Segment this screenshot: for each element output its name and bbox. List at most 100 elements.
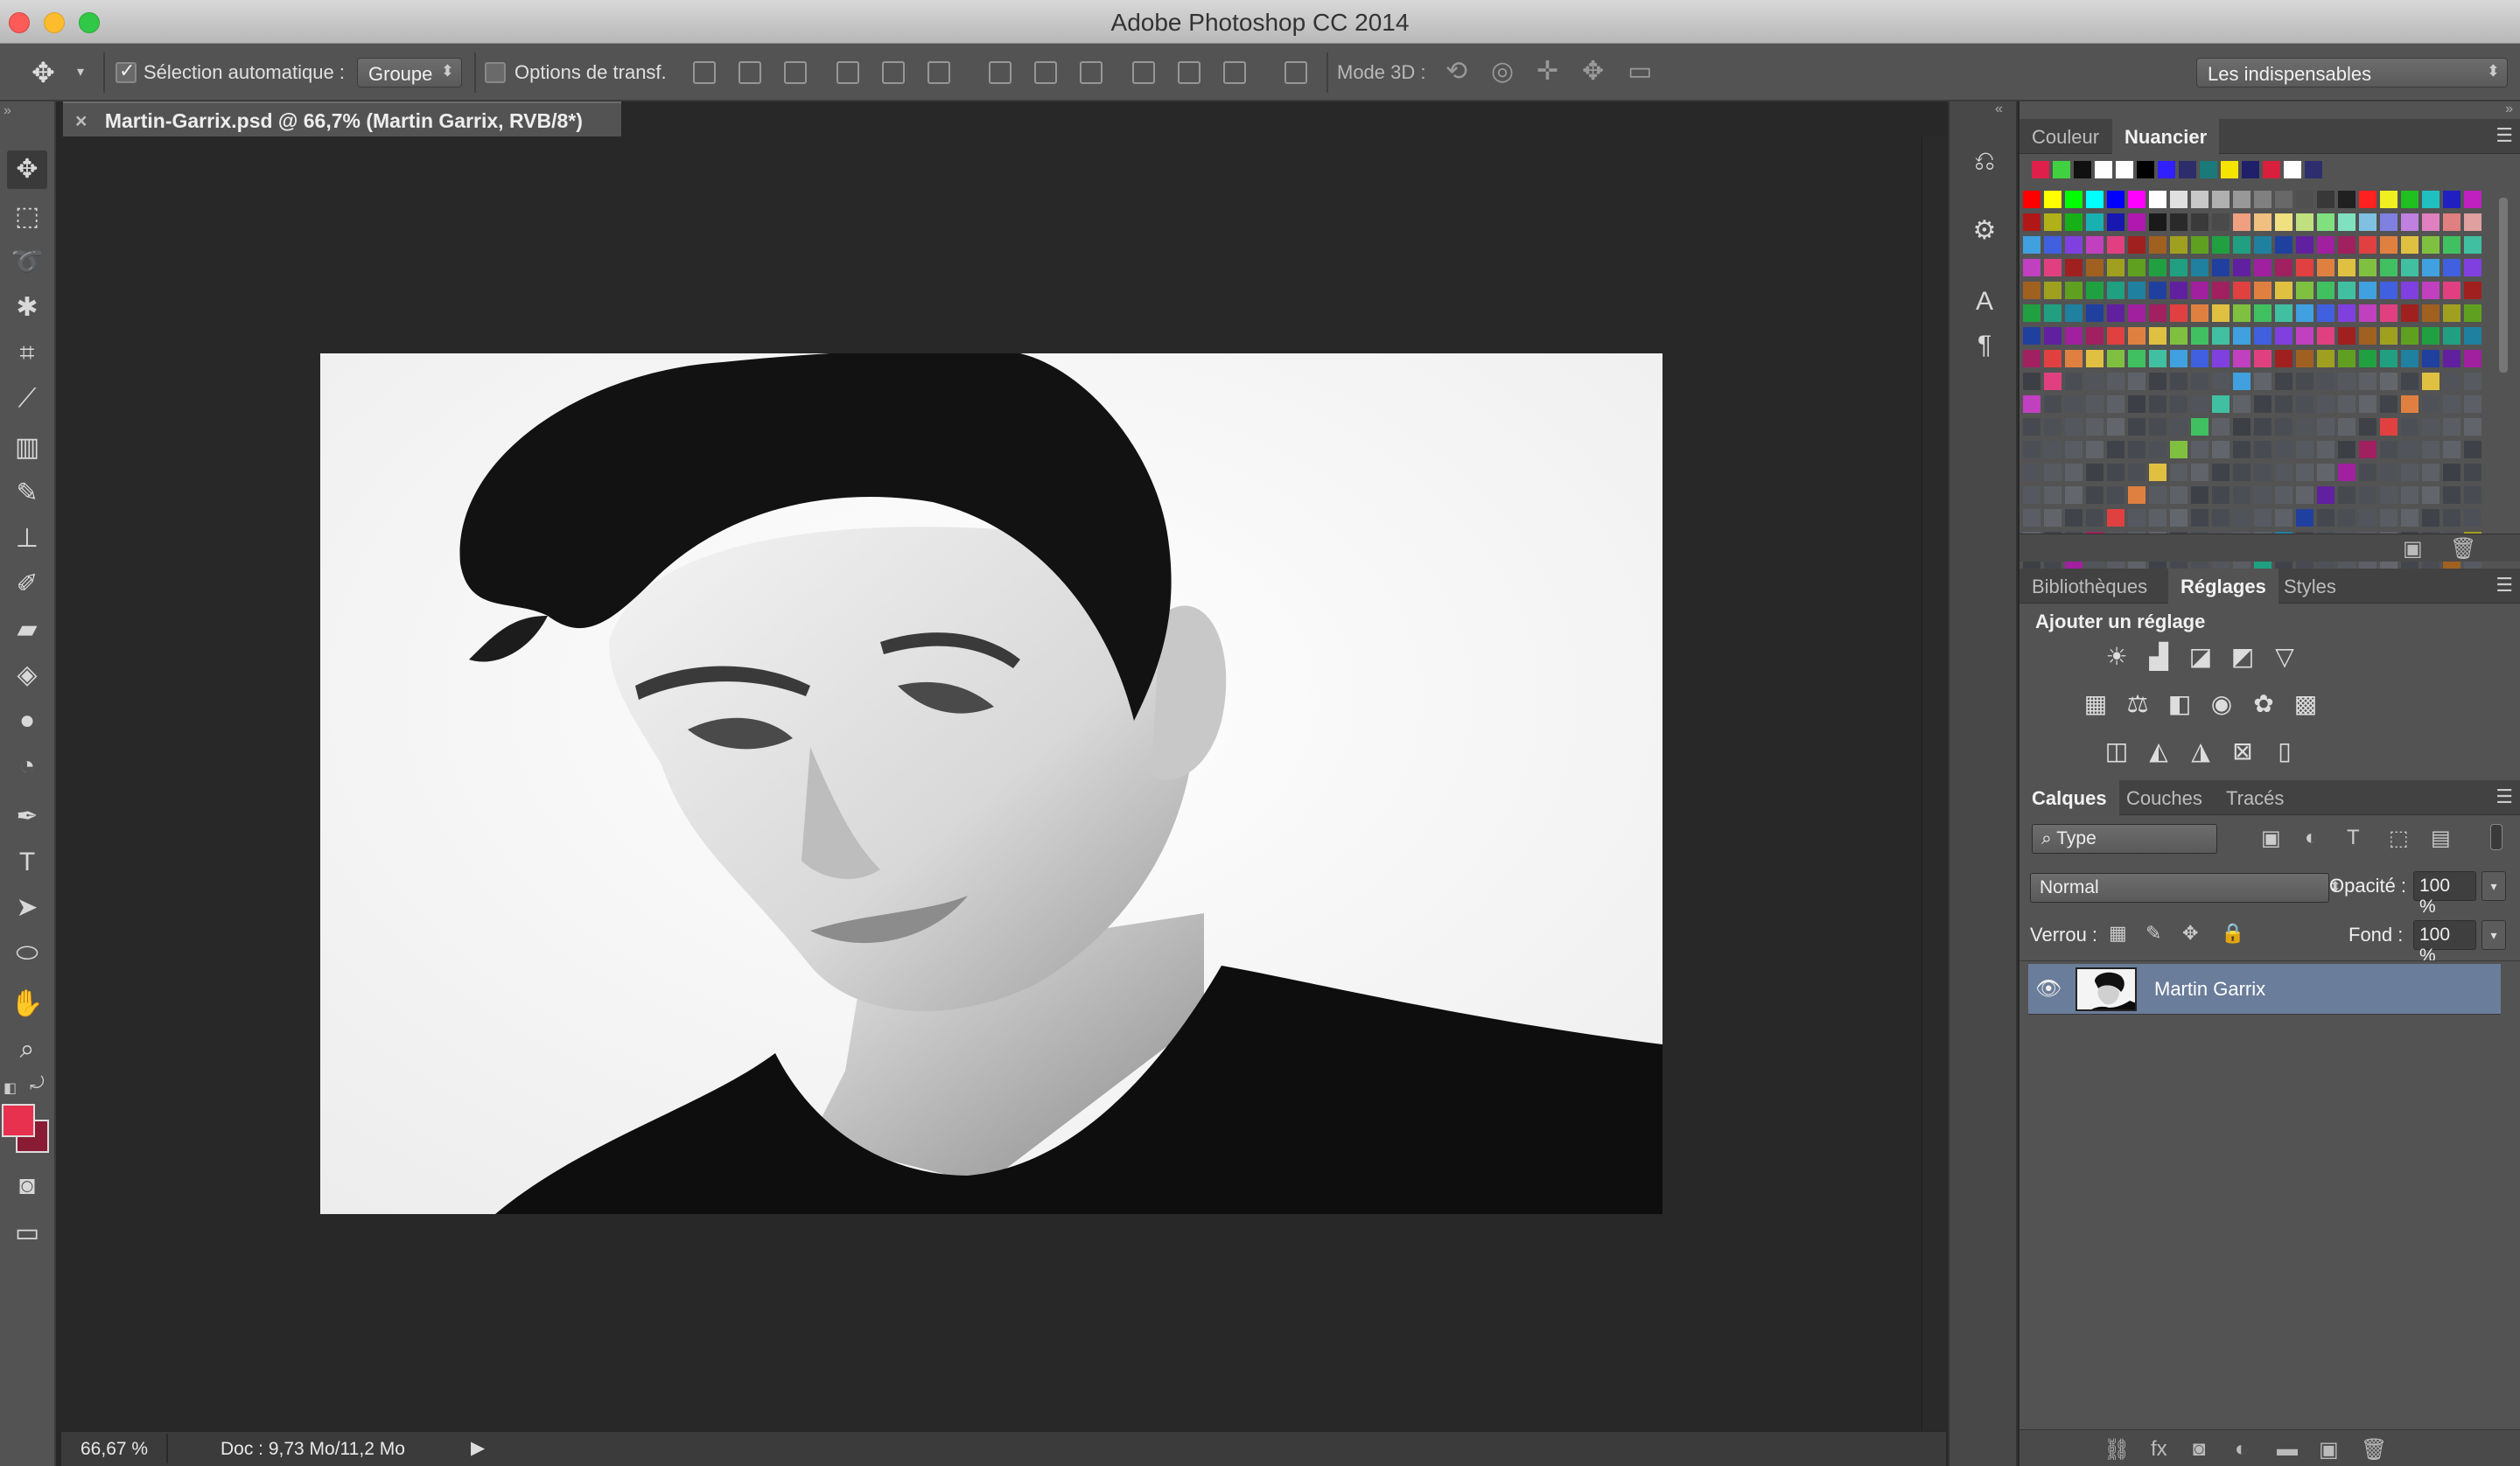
- swatch[interactable]: [2317, 418, 2334, 436]
- swatch[interactable]: [2107, 282, 2124, 299]
- document-tab[interactable]: × Martin-Garrix.psd @ 66,7% (Martin Garr…: [63, 101, 621, 136]
- swatch[interactable]: [2065, 259, 2082, 276]
- swatch[interactable]: [2233, 191, 2250, 208]
- status-menu-arrow-icon[interactable]: ▶: [471, 1437, 485, 1459]
- swatch[interactable]: [2128, 282, 2146, 299]
- swatch[interactable]: [2380, 418, 2398, 436]
- swatch[interactable]: [2296, 191, 2314, 208]
- swatch[interactable]: [2254, 259, 2272, 276]
- swatch[interactable]: [2191, 486, 2208, 504]
- swatch[interactable]: [2443, 464, 2460, 481]
- swatch[interactable]: [2380, 441, 2398, 458]
- collapse-tools-icon[interactable]: »: [4, 103, 11, 119]
- layer-filter-dropdown[interactable]: ⌕ Type: [2032, 824, 2217, 854]
- channel-mixer-icon[interactable]: ✿: [2249, 689, 2278, 719]
- swatch[interactable]: [2044, 373, 2062, 390]
- swatch[interactable]: [2380, 191, 2398, 208]
- swatch[interactable]: [2233, 486, 2250, 504]
- zoom-tool-icon[interactable]: ⌕: [7, 1030, 47, 1069]
- swatch[interactable]: [2254, 282, 2272, 299]
- swatch[interactable]: [2296, 418, 2314, 436]
- swatch[interactable]: [2023, 464, 2040, 481]
- swatch[interactable]: [2086, 213, 2104, 231]
- swatch[interactable]: [2149, 191, 2166, 208]
- swatch[interactable]: [2422, 373, 2440, 390]
- swatch[interactable]: [2170, 213, 2188, 231]
- filter-adjustment-icon[interactable]: ◐: [2305, 826, 2318, 850]
- swatch[interactable]: [2275, 509, 2292, 527]
- lock-pixels-icon[interactable]: ✎: [2146, 922, 2161, 945]
- recent-swatch[interactable]: [2095, 161, 2112, 178]
- selective-color-icon[interactable]: ⊠: [2228, 736, 2258, 766]
- swatch[interactable]: [2422, 509, 2440, 527]
- swatch[interactable]: [2422, 441, 2440, 458]
- recent-swatch[interactable]: [2263, 161, 2280, 178]
- swatch[interactable]: [2422, 486, 2440, 504]
- transform-options-checkbox[interactable]: [485, 62, 506, 83]
- swatch[interactable]: [2044, 259, 2062, 276]
- swatch[interactable]: [2212, 486, 2230, 504]
- swatch[interactable]: [2023, 304, 2040, 322]
- swatch[interactable]: [2275, 191, 2292, 208]
- swatch[interactable]: [2443, 191, 2460, 208]
- slide-3d-icon[interactable]: ✥: [1582, 56, 1604, 87]
- swatch-grid[interactable]: [2023, 191, 2496, 628]
- swatch[interactable]: [2317, 395, 2334, 413]
- swatch[interactable]: [2212, 191, 2230, 208]
- swatch[interactable]: [2149, 327, 2166, 345]
- swatch[interactable]: [2317, 509, 2334, 527]
- recent-swatch[interactable]: [2074, 161, 2091, 178]
- levels-icon[interactable]: ▟: [2144, 642, 2174, 672]
- swatch[interactable]: [2464, 191, 2482, 208]
- tab-styles[interactable]: Styles: [2272, 569, 2348, 604]
- swatch[interactable]: [2317, 236, 2334, 254]
- recent-swatch[interactable]: [2179, 161, 2196, 178]
- swatch[interactable]: [2128, 373, 2146, 390]
- tab-couleur[interactable]: Couleur: [2020, 119, 2111, 154]
- swatch[interactable]: [2149, 282, 2166, 299]
- swatch[interactable]: [2380, 486, 2398, 504]
- swatch[interactable]: [2191, 282, 2208, 299]
- swap-colors-icon[interactable]: ⤾: [30, 1074, 45, 1094]
- type-tool-icon[interactable]: T: [7, 843, 47, 882]
- recent-swatch[interactable]: [2053, 161, 2070, 178]
- swatch[interactable]: [2275, 327, 2292, 345]
- vibrance-icon[interactable]: ▽: [2270, 642, 2300, 672]
- swatch[interactable]: [2317, 213, 2334, 231]
- swatch[interactable]: [2086, 282, 2104, 299]
- swatch[interactable]: [2296, 327, 2314, 345]
- swatch[interactable]: [2107, 236, 2124, 254]
- swatch[interactable]: [2296, 304, 2314, 322]
- swatch[interactable]: [2149, 464, 2166, 481]
- recent-swatch[interactable]: [2116, 161, 2133, 178]
- swatch[interactable]: [2401, 350, 2418, 367]
- swatch[interactable]: [2401, 418, 2418, 436]
- swatch[interactable]: [2464, 304, 2482, 322]
- tab-reglages[interactable]: Réglages: [2168, 569, 2278, 604]
- swatch[interactable]: [2275, 282, 2292, 299]
- swatch[interactable]: [2422, 350, 2440, 367]
- swatch[interactable]: [2149, 418, 2166, 436]
- history-panel-icon[interactable]: ⎌: [1967, 147, 2002, 182]
- swatch[interactable]: [2191, 191, 2208, 208]
- distribute-hcenter-icon[interactable]: [1178, 61, 1200, 84]
- swatch[interactable]: [2317, 327, 2334, 345]
- swatch[interactable]: [2317, 350, 2334, 367]
- swatch[interactable]: [2422, 327, 2440, 345]
- swatch[interactable]: [2170, 304, 2188, 322]
- swatch[interactable]: [2464, 350, 2482, 367]
- swatch[interactable]: [2170, 191, 2188, 208]
- tab-nuancier[interactable]: Nuancier: [2112, 119, 2220, 154]
- swatch[interactable]: [2170, 373, 2188, 390]
- swatch[interactable]: [2233, 236, 2250, 254]
- swatch[interactable]: [2023, 327, 2040, 345]
- crop-tool-icon[interactable]: ⌗: [7, 334, 47, 373]
- swatch[interactable]: [2023, 350, 2040, 367]
- swatch[interactable]: [2107, 441, 2124, 458]
- magic-wand-tool-icon[interactable]: ✱: [7, 289, 47, 327]
- swatch[interactable]: [2044, 236, 2062, 254]
- swatch[interactable]: [2254, 418, 2272, 436]
- swatch[interactable]: [2443, 282, 2460, 299]
- swatch[interactable]: [2233, 373, 2250, 390]
- swatch[interactable]: [2275, 464, 2292, 481]
